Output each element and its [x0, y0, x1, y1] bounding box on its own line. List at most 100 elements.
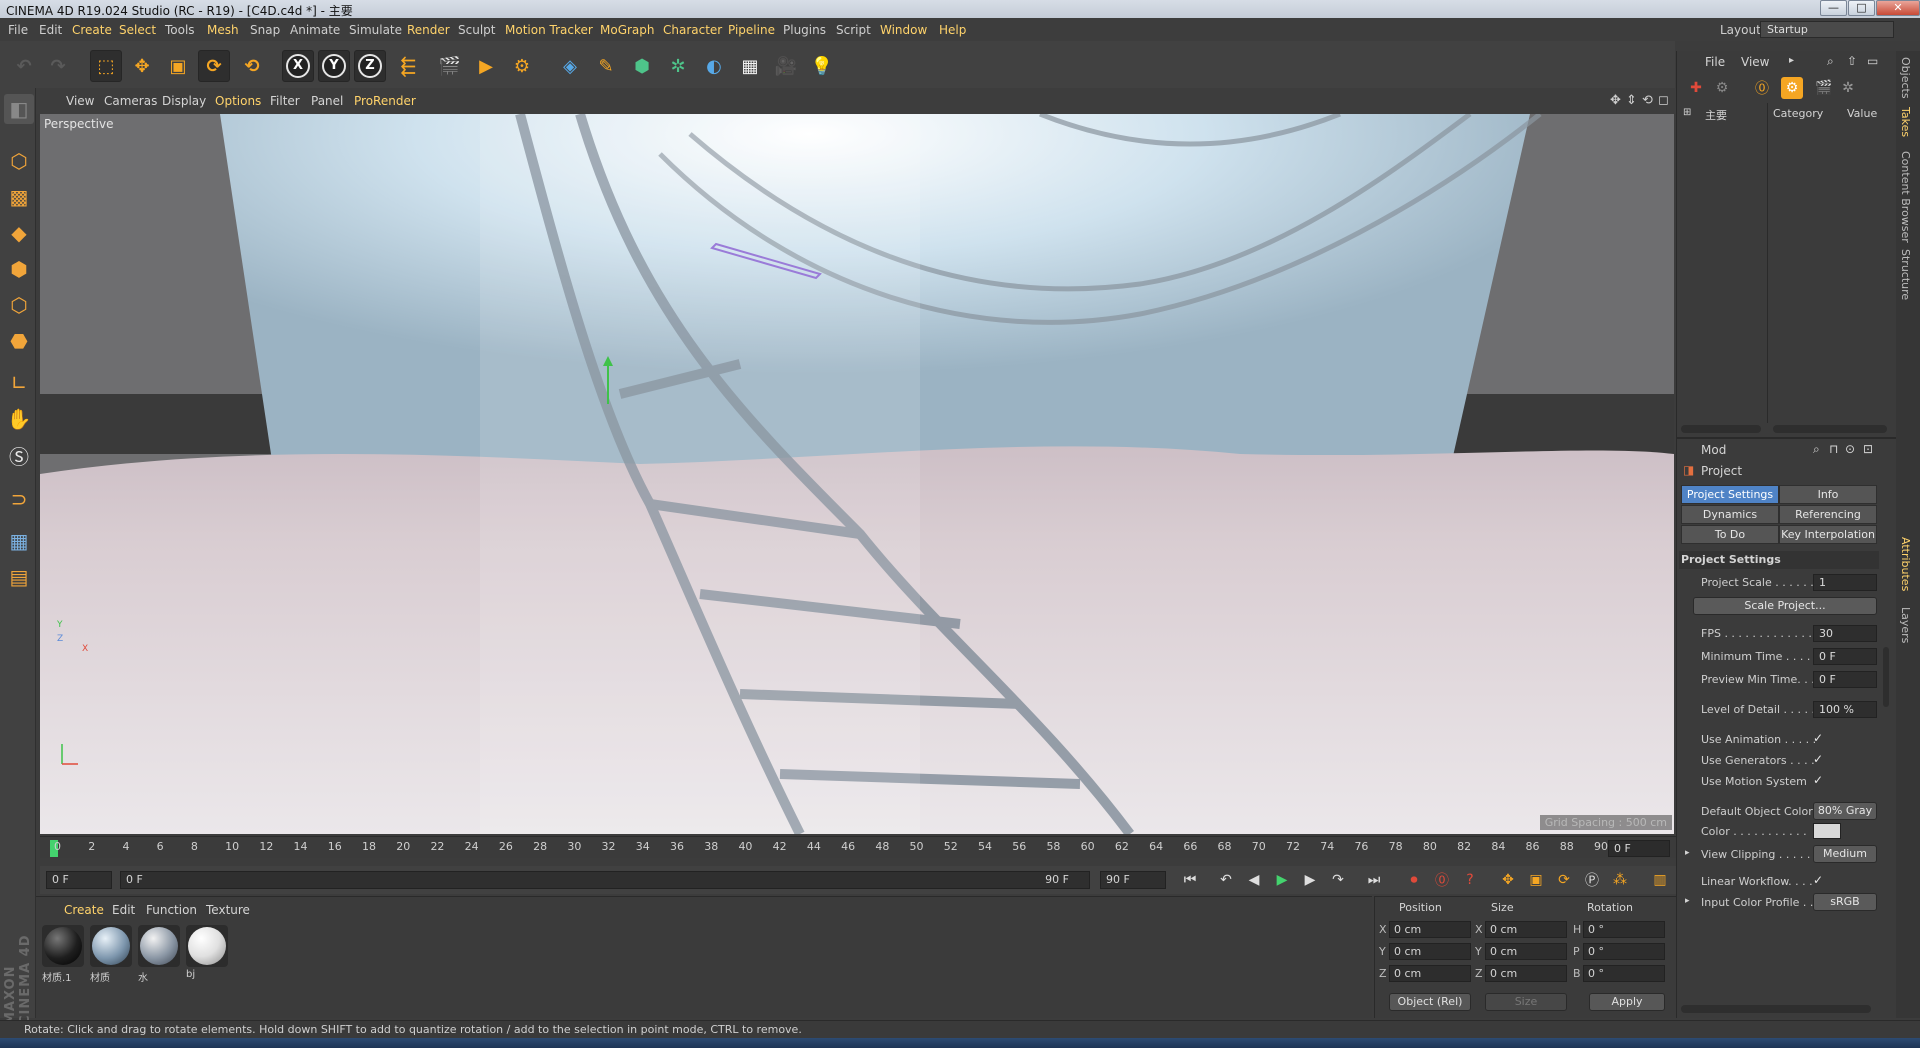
- new-window-icon[interactable]: ▭: [1867, 54, 1878, 68]
- viewport-menu-view[interactable]: View: [66, 94, 94, 108]
- menu-file[interactable]: File: [8, 23, 28, 37]
- expand-arrow-icon[interactable]: ▸: [1685, 896, 1690, 906]
- attributes-mode-menu[interactable]: Mod: [1701, 443, 1726, 457]
- timeline-window-icon[interactable]: ▥: [1648, 869, 1672, 891]
- material-menu-function[interactable]: Function: [146, 903, 197, 917]
- menu-animate[interactable]: Animate: [290, 23, 340, 37]
- zoom-view-icon[interactable]: ⇕: [1626, 93, 1637, 108]
- attributes-scrollbar[interactable]: [1883, 647, 1889, 707]
- menu-character[interactable]: Character: [663, 23, 722, 37]
- previous-key-icon[interactable]: ↶: [1214, 869, 1238, 891]
- go-to-end-icon[interactable]: ⏭: [1362, 869, 1386, 891]
- takes-scrollbar-right[interactable]: [1773, 425, 1887, 433]
- view-clipping-select[interactable]: Medium: [1813, 845, 1877, 863]
- viewport-menu-panel[interactable]: Panel: [311, 94, 343, 108]
- size-z-field[interactable]: 0 cm: [1485, 965, 1567, 982]
- minimum-time-field[interactable]: 0 F: [1813, 648, 1877, 665]
- next-frame-icon[interactable]: ▶: [1298, 869, 1322, 891]
- takes-scrollbar-left[interactable]: [1681, 425, 1761, 433]
- viewport-menu-prorender[interactable]: ProRender: [354, 94, 416, 108]
- render-take-icon[interactable]: 🎬: [1813, 77, 1835, 99]
- new-take-icon[interactable]: ✚: [1685, 77, 1707, 99]
- snap-icon[interactable]: ⊃: [4, 484, 34, 514]
- vtab-takes[interactable]: Takes: [1899, 107, 1912, 137]
- expand-arrow-icon[interactable]: ▸: [1685, 848, 1690, 858]
- take-tree-toggle-icon[interactable]: ⊞: [1683, 107, 1691, 118]
- perspective-viewport[interactable]: Perspective Y Z X Grid Spacing : 500 cm: [40, 114, 1674, 834]
- vtab-attributes[interactable]: Attributes: [1899, 537, 1912, 591]
- close-button[interactable]: ✕: [1876, 0, 1920, 16]
- go-to-start-icon[interactable]: ⏮: [1178, 869, 1202, 891]
- position-y-field[interactable]: 0 cm: [1389, 943, 1471, 960]
- menu-plugins[interactable]: Plugins: [783, 23, 826, 37]
- deformer-icon[interactable]: ◐: [698, 50, 730, 82]
- key-position-icon[interactable]: ✥: [1496, 869, 1520, 891]
- make-editable-icon[interactable]: ◧: [4, 94, 34, 124]
- edges-mode-icon[interactable]: ⬡: [4, 290, 34, 320]
- vtab-content-browser[interactable]: Content Browser: [1899, 151, 1912, 243]
- coordinate-system-icon[interactable]: ⬱: [392, 50, 424, 82]
- workplane-icon[interactable]: ◆: [4, 218, 34, 248]
- coordinate-mode-select[interactable]: Object (Rel): [1389, 993, 1471, 1011]
- position-x-field[interactable]: 0 cm: [1389, 921, 1471, 938]
- viewport-menu-options[interactable]: Options: [215, 94, 261, 108]
- attributes-new-icon[interactable]: ⊡: [1863, 442, 1873, 456]
- material-item[interactable]: bj: [186, 925, 228, 980]
- take-filter-icon[interactable]: ✲: [1837, 77, 1859, 99]
- minimize-button[interactable]: —: [1820, 0, 1847, 16]
- key-parameter-icon[interactable]: Ⓟ: [1580, 869, 1604, 891]
- cloner-icon[interactable]: ✲: [662, 50, 694, 82]
- rotate-icon[interactable]: ⟳: [198, 50, 230, 82]
- viewport-menu-cameras[interactable]: Cameras: [104, 94, 157, 108]
- use-motion-system-checkbox[interactable]: ✓: [1813, 773, 1823, 787]
- viewport-menu-filter[interactable]: Filter: [270, 94, 300, 108]
- end-frame-field[interactable]: 90 F: [1100, 871, 1166, 889]
- menu-snap[interactable]: Snap: [250, 23, 280, 37]
- scale-icon[interactable]: ▣: [162, 50, 194, 82]
- bookmark-icon[interactable]: ⇧: [1847, 54, 1857, 68]
- material-menu-edit[interactable]: Edit: [112, 903, 135, 917]
- x-axis-lock-button[interactable]: X: [282, 50, 314, 82]
- rotation-p-field[interactable]: 0 °: [1583, 943, 1665, 960]
- camera-icon[interactable]: 🎥: [770, 50, 802, 82]
- input-color-profile-select[interactable]: sRGB: [1813, 893, 1877, 911]
- timeline-ruler[interactable]: 0 2 4 6 8 10 12 14 16 18 20 22 24 26 28 30 32 34 36 38 40 42 4…: [40, 836, 1676, 858]
- play-icon[interactable]: ▶: [1270, 869, 1294, 891]
- objects-menu-file[interactable]: File: [1705, 55, 1725, 69]
- size-y-field[interactable]: 0 cm: [1485, 943, 1567, 960]
- points-mode-icon[interactable]: ⬢: [4, 254, 34, 284]
- scale-project-button[interactable]: Scale Project...: [1693, 597, 1877, 615]
- axis-mode-icon[interactable]: ∟: [4, 368, 34, 398]
- menu-edit[interactable]: Edit: [39, 23, 62, 37]
- key-scale-icon[interactable]: ▣: [1524, 869, 1548, 891]
- search-icon[interactable]: ⌕: [1827, 54, 1834, 69]
- rotation-b-field[interactable]: 0 °: [1583, 965, 1665, 982]
- fps-field[interactable]: 30: [1813, 625, 1877, 642]
- menu-create[interactable]: Create: [72, 23, 112, 37]
- next-key-icon[interactable]: ↷: [1326, 869, 1350, 891]
- menu-mesh[interactable]: Mesh: [207, 23, 239, 37]
- objects-menu-view[interactable]: View: [1741, 55, 1769, 69]
- menu-script[interactable]: Script: [836, 23, 871, 37]
- project-scale-field[interactable]: 1: [1813, 574, 1877, 591]
- color-swatch[interactable]: [1813, 823, 1841, 839]
- size-mode-select[interactable]: Size: [1485, 993, 1567, 1011]
- attributes-search-icon[interactable]: ⌕: [1813, 442, 1820, 457]
- key-rotation-icon[interactable]: ⟳: [1552, 869, 1576, 891]
- tab-referencing[interactable]: Referencing: [1779, 505, 1877, 524]
- menu-tools[interactable]: Tools: [165, 23, 195, 37]
- position-z-field[interactable]: 0 cm: [1389, 965, 1471, 982]
- use-generators-checkbox[interactable]: ✓: [1813, 752, 1823, 766]
- vtab-structure[interactable]: Structure: [1899, 249, 1912, 300]
- menu-help[interactable]: Help: [939, 23, 966, 37]
- override-icon[interactable]: ⚙: [1781, 77, 1803, 99]
- redo-icon[interactable]: ↷: [42, 50, 74, 82]
- orbit-view-icon[interactable]: ⟲: [1642, 93, 1653, 108]
- linear-workflow-checkbox[interactable]: ✓: [1813, 873, 1823, 887]
- planar-workplane-icon[interactable]: ▤: [4, 562, 34, 592]
- current-frame-field[interactable]: 0 F: [1608, 840, 1670, 857]
- cube-icon[interactable]: ◈: [554, 50, 586, 82]
- record-keys-icon[interactable]: ⏺: [1402, 869, 1426, 891]
- texture-mode-icon[interactable]: ▩: [4, 182, 34, 212]
- viewport-menu-display[interactable]: Display: [162, 94, 206, 108]
